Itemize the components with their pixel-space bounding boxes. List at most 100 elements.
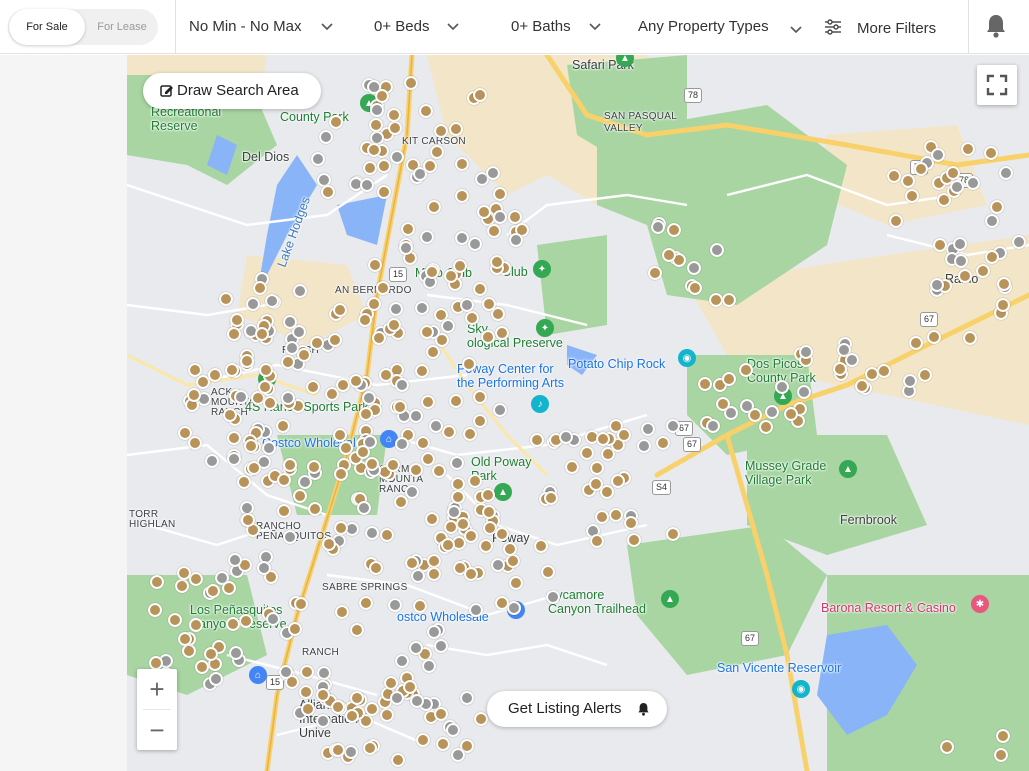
listing-pin[interactable] [464, 529, 478, 543]
listing-pin[interactable] [903, 374, 917, 388]
listing-pin[interactable] [493, 403, 507, 417]
listing-pin[interactable] [946, 166, 960, 180]
listing-pin[interactable] [950, 180, 964, 194]
listing-pin[interactable] [495, 527, 509, 541]
listing-pin[interactable] [609, 508, 623, 522]
listing-pin[interactable] [299, 685, 313, 699]
listing-pin[interactable] [419, 104, 433, 118]
listing-pin[interactable] [393, 400, 407, 414]
listing-pin[interactable] [241, 513, 255, 527]
listing-pin[interactable] [656, 436, 670, 450]
listing-pin[interactable] [486, 166, 500, 180]
listing-pin[interactable] [495, 326, 509, 340]
listing-pin[interactable] [380, 528, 394, 542]
listing-pin[interactable] [905, 189, 919, 203]
listing-pin[interactable] [204, 647, 218, 661]
listing-pin[interactable] [687, 261, 701, 275]
listing-pin[interactable] [667, 223, 681, 237]
listing-pin[interactable] [465, 311, 479, 325]
listing-pin[interactable] [503, 542, 517, 556]
listing-pin[interactable] [263, 396, 277, 410]
listing-pin[interactable] [363, 161, 377, 175]
listing-pin[interactable] [225, 363, 239, 377]
listing-pin[interactable] [441, 319, 455, 333]
listing-pin[interactable] [316, 714, 330, 728]
listing-pin[interactable] [530, 433, 544, 447]
listing-pin[interactable] [227, 452, 241, 466]
listing-pin[interactable] [473, 414, 487, 428]
listing-pin[interactable] [509, 233, 523, 247]
listing-pin[interactable] [255, 327, 269, 341]
listing-pin[interactable] [648, 266, 662, 280]
listing-pin[interactable] [188, 363, 202, 377]
listing-pin[interactable] [240, 354, 254, 368]
listing-pin[interactable] [377, 185, 391, 199]
listing-pin[interactable] [666, 419, 680, 433]
listing-pin[interactable] [748, 408, 762, 422]
listing-pin[interactable] [209, 672, 223, 686]
listing-pin[interactable] [487, 224, 501, 238]
listing-pin[interactable] [464, 567, 478, 581]
listing-pin[interactable] [178, 426, 192, 440]
listing-pin[interactable] [611, 474, 625, 488]
listing-type-toggle[interactable]: For Sale For Lease [8, 9, 158, 45]
listing-pin[interactable] [666, 527, 680, 541]
listing-pin[interactable] [258, 380, 272, 394]
listing-pin[interactable] [865, 367, 879, 381]
listing-pin[interactable] [544, 491, 558, 505]
listing-pin[interactable] [227, 431, 241, 445]
listing-pin[interactable] [909, 336, 923, 350]
listing-pin[interactable] [481, 330, 495, 344]
listing-pin[interactable] [358, 313, 372, 327]
listing-pin[interactable] [322, 537, 336, 551]
listing-pin[interactable] [349, 374, 363, 388]
listing-pin[interactable] [310, 336, 324, 350]
listing-pin[interactable] [405, 485, 419, 499]
bell-icon[interactable] [984, 13, 1008, 39]
listing-pin[interactable] [259, 363, 273, 377]
listing-pin[interactable] [449, 394, 463, 408]
listing-pin[interactable] [984, 146, 998, 160]
listing-pin[interactable] [409, 641, 423, 655]
listing-pin[interactable] [421, 395, 435, 409]
listing-pin[interactable] [446, 723, 460, 737]
listing-pin[interactable] [546, 590, 560, 604]
fullscreen-button[interactable] [977, 65, 1017, 105]
listing-pin[interactable] [455, 157, 469, 171]
listing-pin[interactable] [940, 740, 954, 754]
listing-pin[interactable] [228, 553, 242, 567]
listing-pin[interactable] [306, 380, 320, 394]
listing-pin[interactable] [369, 561, 383, 575]
listing-pin[interactable] [434, 639, 448, 653]
listing-pin[interactable] [377, 159, 391, 173]
listing-pin[interactable] [387, 318, 401, 332]
listing-pin[interactable] [376, 281, 390, 295]
listing-pin[interactable] [698, 377, 712, 391]
listing-pin[interactable] [662, 248, 676, 262]
draw-search-area-button[interactable]: Draw Search Area [143, 73, 321, 109]
listing-pin[interactable] [477, 205, 491, 219]
listing-pin[interactable] [887, 169, 901, 183]
listing-pin[interactable] [222, 581, 236, 595]
listing-pin[interactable] [422, 659, 436, 673]
listing-pin[interactable] [399, 241, 413, 255]
listing-pin[interactable] [426, 345, 440, 359]
listing-pin[interactable] [301, 702, 315, 716]
listing-pin[interactable] [395, 654, 409, 668]
listing-pin[interactable] [469, 603, 483, 617]
listing-pin[interactable] [182, 644, 196, 658]
listing-pin[interactable] [474, 712, 488, 726]
listing-pin[interactable] [565, 460, 579, 474]
listing-pin[interactable] [994, 748, 1008, 762]
listing-pin[interactable] [253, 281, 267, 295]
listing-pin[interactable] [205, 454, 219, 468]
listing-pin[interactable] [596, 432, 610, 446]
listing-pin[interactable] [148, 603, 162, 617]
listing-pin[interactable] [473, 88, 487, 102]
listing-pin[interactable] [277, 473, 291, 487]
listing-pin[interactable] [168, 613, 182, 627]
listing-pin[interactable] [901, 174, 915, 188]
listing-pin[interactable] [845, 353, 859, 367]
listing-pin[interactable] [281, 355, 295, 369]
listing-pin[interactable] [334, 467, 348, 481]
